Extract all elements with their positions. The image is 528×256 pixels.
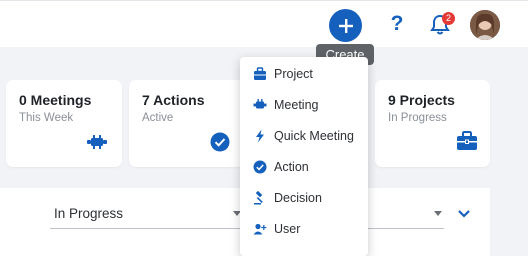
status-select[interactable]: In Progress [50,201,243,229]
chevron-down-icon[interactable] [456,207,472,221]
briefcase-icon [254,67,266,80]
menu-item-label: Quick Meeting [274,129,354,143]
card-title: 0 Meetings [19,92,92,108]
create-menu: Project Meeting Quick Meeting Action Dec… [240,57,368,256]
create-button[interactable] [329,9,362,42]
card-title: 9 Projects [388,92,455,108]
menu-item-label: Meeting [274,98,319,112]
card-subtitle: Active [142,112,174,124]
menu-item-decision[interactable]: Decision [240,183,368,214]
meetings-card[interactable]: 0 Meetings This Week [6,80,122,167]
card-title: 7 Actions [142,92,205,108]
check-circle-icon [210,132,230,152]
menu-item-label: Project [274,67,313,81]
gavel-icon [254,191,263,205]
briefcase-icon [457,131,477,150]
projects-card[interactable]: 9 Projects In Progress [375,80,490,167]
menu-item-label: User [274,222,301,236]
secondary-select[interactable] [368,201,444,229]
menu-item-meeting[interactable]: Meeting [240,90,368,121]
add-user-icon [253,223,267,235]
lightning-icon [256,129,264,143]
meeting-icon [87,135,107,149]
meeting-icon [253,99,267,109]
menu-item-label: Action [274,160,309,174]
notification-badge: 2 [442,12,455,25]
help-icon[interactable]: ? [387,12,407,36]
status-select-value: In Progress [54,206,124,221]
menu-item-user[interactable]: User [240,214,368,245]
check-circle-icon [253,160,267,174]
menu-item-project[interactable]: Project [240,59,368,90]
top-bar: ? 2 [0,0,528,47]
card-subtitle: In Progress [388,112,447,124]
card-subtitle: This Week [19,112,74,124]
avatar[interactable] [470,10,500,40]
plus-icon [338,18,353,33]
caret-down-icon [434,211,442,216]
menu-item-quick-meeting[interactable]: Quick Meeting [240,121,368,152]
actions-card[interactable]: 7 Actions Active [129,80,245,167]
menu-item-action[interactable]: Action [240,152,368,183]
menu-item-label: Decision [274,191,322,205]
